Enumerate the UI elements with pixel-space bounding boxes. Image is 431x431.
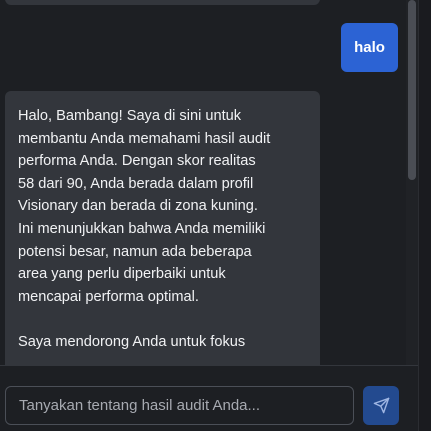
chat-messages[interactable]: halo Halo, Bambang! Saya di sini untuk m…: [0, 0, 418, 365]
user-message-text: halo: [354, 39, 385, 56]
chat-scrollbar-thumb[interactable]: [408, 0, 416, 180]
message-composer: [0, 365, 418, 431]
chat-app: halo Halo, Bambang! Saya di sini untuk m…: [0, 0, 431, 431]
message-input[interactable]: [5, 386, 354, 425]
page-scrollbar-track[interactable]: [418, 0, 431, 431]
send-icon: [373, 397, 390, 414]
user-message-bubble: halo: [341, 23, 398, 72]
assistant-message-bubble: Halo, Bambang! Saya di sini untuk memban…: [5, 91, 320, 365]
assistant-message-paragraph: Saya mendorong Anda untuk fokus: [18, 333, 246, 350]
chat-scrollbar[interactable]: [406, 0, 418, 365]
assistant-message-paragraph: Halo, Bambang! Saya di sini untuk memban…: [18, 108, 271, 305]
send-button[interactable]: [363, 386, 399, 425]
previous-message-bubble: [5, 0, 320, 5]
